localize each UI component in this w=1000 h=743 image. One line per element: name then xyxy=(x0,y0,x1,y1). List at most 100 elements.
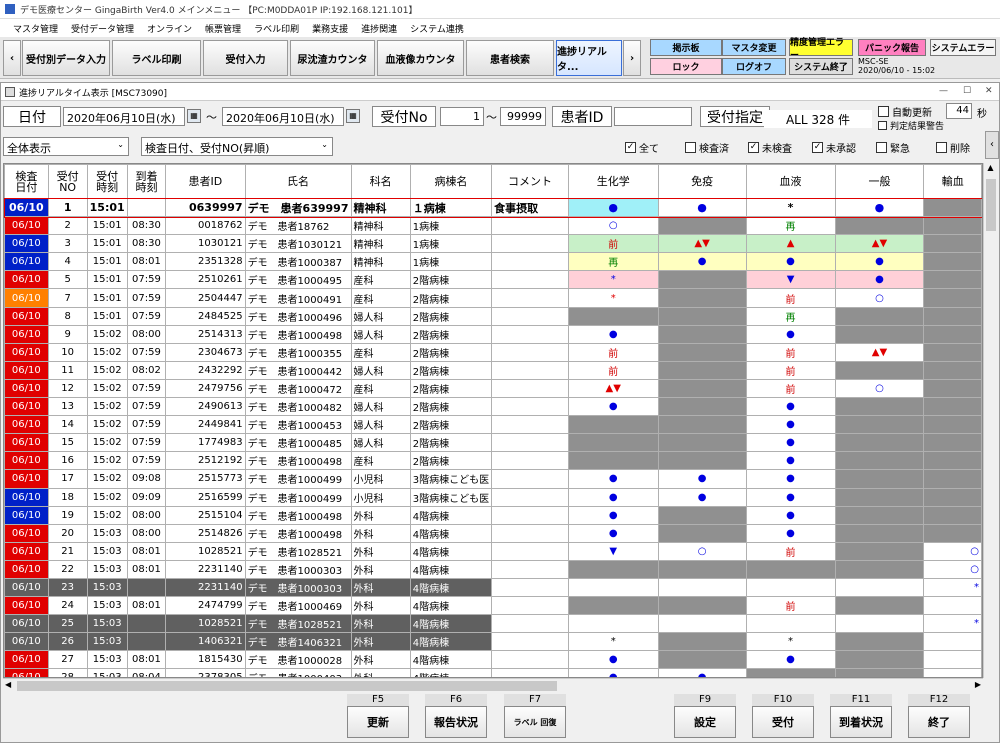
cell-1[interactable]: 26 xyxy=(47,632,88,652)
cell-5[interactable]: デモ 患者1000491 xyxy=(244,288,352,308)
cell-13[interactable] xyxy=(923,288,982,308)
cell-7[interactable]: 1病棟 xyxy=(409,234,493,254)
cell-10[interactable] xyxy=(657,650,747,670)
cell-2[interactable]: 15:01 xyxy=(86,216,128,236)
table-row[interactable]: 06/10 19 15:02 08:00 2515104 デモ 患者1000498 外科 4階… xyxy=(4,505,982,525)
calendar-from-icon[interactable]: ▦ xyxy=(187,109,201,123)
cell-3[interactable]: 08:00 xyxy=(126,324,167,344)
cell-8[interactable] xyxy=(491,270,569,290)
cell-12[interactable]: ▲▼ xyxy=(834,342,925,362)
sort-select[interactable]: 検査日付、受付NO(昇順) ⌄ xyxy=(141,137,333,156)
cell-3[interactable]: 07:59 xyxy=(126,306,167,326)
cell-1[interactable]: 11 xyxy=(47,360,88,380)
cell-6[interactable]: 小児科 xyxy=(350,469,411,489)
scroll-up-icon[interactable]: ▲ xyxy=(984,163,997,172)
toolbar-button-5[interactable]: 患者検索 xyxy=(466,40,554,76)
cell-3[interactable] xyxy=(126,577,167,598)
cell-10[interactable] xyxy=(657,324,747,344)
cell-4[interactable]: 1406321 xyxy=(165,632,246,652)
cell-3[interactable]: 07:59 xyxy=(126,342,167,362)
cell-1[interactable]: 21 xyxy=(47,541,88,561)
cell-7[interactable]: 4階病棟 xyxy=(409,541,493,561)
cell-8[interactable] xyxy=(491,541,569,561)
cell-11[interactable]: * xyxy=(745,197,836,218)
cell-5[interactable]: デモ 患者1000498 xyxy=(244,505,352,525)
cell-0[interactable]: 06/10 xyxy=(4,505,49,525)
cell-9[interactable] xyxy=(567,306,659,326)
auto-update-box[interactable] xyxy=(878,106,889,117)
cell-8[interactable] xyxy=(491,397,569,417)
table-row[interactable]: 06/10 20 15:03 08:00 2514826 デモ 患者1000498 外科 4階… xyxy=(4,523,982,543)
cell-12[interactable] xyxy=(834,541,925,561)
cell-0[interactable]: 06/10 xyxy=(4,577,49,598)
cell-1[interactable]: 20 xyxy=(47,523,88,543)
cell-1[interactable]: 8 xyxy=(47,306,88,326)
cell-6[interactable]: 精神科 xyxy=(350,216,411,236)
cell-12[interactable] xyxy=(834,216,925,236)
cell-11[interactable]: 前 xyxy=(745,541,836,561)
column-header-7[interactable]: 病棟名 xyxy=(409,164,493,199)
date-to-input[interactable]: 2020年06月10日(水) xyxy=(222,107,344,126)
cell-11[interactable]: ● xyxy=(745,433,836,453)
cell-2[interactable]: 15:03 xyxy=(86,523,128,543)
cell-7[interactable]: 2階病棟 xyxy=(409,360,493,380)
cell-5[interactable]: デモ 患者1028521 xyxy=(244,541,352,561)
cell-6[interactable]: 産科 xyxy=(350,342,411,362)
cell-13[interactable] xyxy=(923,397,982,417)
cell-7[interactable]: １病棟 xyxy=(409,197,493,218)
table-row[interactable]: 06/10 3 15:01 08:30 1030121 デモ 患者1030121 精神科 1病… xyxy=(4,234,982,254)
cell-2[interactable]: 15:02 xyxy=(86,505,128,525)
cell-2[interactable]: 15:03 xyxy=(86,559,128,579)
menu-item-5[interactable]: 業務支援 xyxy=(307,19,356,37)
cell-12[interactable] xyxy=(834,324,925,344)
cell-6[interactable]: 婦人科 xyxy=(350,324,411,344)
cell-10[interactable] xyxy=(657,523,747,543)
cell-5[interactable]: デモ 患者1000472 xyxy=(244,378,352,399)
table-row[interactable]: 06/10 14 15:02 07:59 2449841 デモ 患者1000453 婦人科 2… xyxy=(4,415,982,435)
cell-12[interactable] xyxy=(834,577,925,598)
cell-6[interactable]: 産科 xyxy=(350,270,411,290)
table-row[interactable]: 06/10 22 15:03 08:01 2231140 デモ 患者1000303 外科 4階… xyxy=(4,559,982,579)
cell-13[interactable] xyxy=(923,505,982,525)
cell-0[interactable]: 06/10 xyxy=(4,451,49,471)
cell-0[interactable]: 06/10 xyxy=(4,252,49,272)
cell-2[interactable]: 15:02 xyxy=(86,469,128,489)
scrollbar-thumb[interactable] xyxy=(17,681,557,691)
cell-4[interactable]: 2514826 xyxy=(165,523,246,543)
cell-8[interactable] xyxy=(491,469,569,489)
cell-5[interactable]: デモ 患者1000453 xyxy=(244,415,352,435)
master-change-button[interactable]: マスタ変更 xyxy=(722,39,786,56)
table-row[interactable]: 06/10 16 15:02 07:59 2512192 デモ 患者1000498 産科 2階… xyxy=(4,451,982,471)
cell-12[interactable] xyxy=(834,559,925,579)
cell-1[interactable]: 4 xyxy=(47,252,88,272)
cell-10[interactable]: ○ xyxy=(657,541,747,561)
checkbox-box[interactable] xyxy=(685,142,696,153)
cell-6[interactable]: 精神科 xyxy=(350,252,411,272)
cell-10[interactable] xyxy=(657,614,747,634)
cell-4[interactable]: 2504447 xyxy=(165,288,246,308)
cell-11[interactable]: ● xyxy=(745,415,836,435)
cell-10[interactable]: ● xyxy=(657,487,747,507)
cell-11[interactable]: ● xyxy=(745,650,836,670)
cell-1[interactable]: 1 xyxy=(47,197,88,218)
cell-9[interactable]: ● xyxy=(567,505,659,525)
cell-4[interactable]: 1030121 xyxy=(165,234,246,254)
cell-4[interactable]: 2449841 xyxy=(165,415,246,435)
cell-11[interactable]: 前 xyxy=(745,378,836,399)
patient-id-input[interactable] xyxy=(614,107,692,126)
cell-9[interactable]: ● xyxy=(567,397,659,417)
cell-3[interactable]: 07:59 xyxy=(126,433,167,453)
cell-10[interactable] xyxy=(657,216,747,236)
cell-4[interactable]: 0639997 xyxy=(165,197,246,218)
cell-8[interactable] xyxy=(491,632,569,652)
cell-13[interactable] xyxy=(923,216,982,236)
cell-7[interactable]: 2階病棟 xyxy=(409,342,493,362)
cell-8[interactable] xyxy=(491,523,569,543)
cell-10[interactable] xyxy=(657,360,747,380)
cell-9[interactable]: ● xyxy=(567,668,659,677)
cell-10[interactable] xyxy=(657,632,747,652)
cell-11[interactable]: 再 xyxy=(745,306,836,326)
checkbox-box[interactable]: ✓ xyxy=(625,142,636,153)
fkey-F9[interactable]: F9 設定 xyxy=(674,694,736,738)
checkbox-box[interactable]: ✓ xyxy=(748,142,759,153)
